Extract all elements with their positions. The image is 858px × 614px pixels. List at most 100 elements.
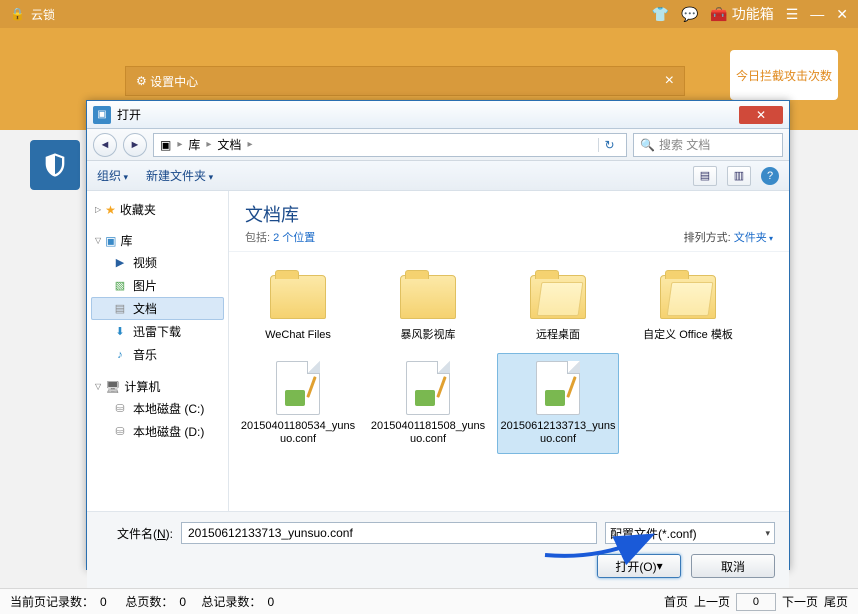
tree-item-drive-c[interactable]: ⛁本地磁盘 (C:) (91, 397, 224, 420)
tree-item-documents[interactable]: ▤ 文档 (91, 297, 224, 320)
star-icon: ★ (105, 203, 116, 217)
tree-item-xunlei[interactable]: ⬇迅雷下载 (91, 320, 224, 343)
app-title: 云锁 (31, 6, 55, 23)
item-label: 自定义 Office 模板 (643, 329, 733, 342)
arrange-dropdown[interactable]: 文件夹 (734, 232, 773, 244)
breadcrumb-current[interactable]: 文档 (217, 136, 241, 153)
arrange-label: 排列方式: (684, 232, 734, 244)
tree-computer[interactable]: ▽ 🖥 计算机 (91, 376, 224, 397)
nav-forward-button[interactable]: ► (123, 133, 147, 157)
prev-page-link[interactable]: 上一页 (694, 593, 730, 610)
page-input[interactable]: 0 (736, 593, 776, 611)
chevron-right-icon: ▸ (177, 139, 182, 150)
music-icon: ♪ (113, 348, 127, 362)
item-label: 20150401180534_yunsuo.conf (240, 420, 356, 446)
lock-icon: 🔒 (10, 7, 25, 21)
status-total-prefix: 总记录数： (201, 593, 261, 610)
view-mode-button[interactable]: ▤ (693, 166, 717, 186)
tree-label: 迅雷下载 (133, 323, 181, 340)
filetype-dropdown[interactable]: 配置文件(*.conf) (605, 522, 775, 544)
search-icon: 🔍 (640, 138, 655, 152)
new-folder-button[interactable]: 新建文件夹 (146, 167, 213, 184)
cancel-button[interactable]: 取消 (691, 554, 775, 578)
settings-close-button[interactable]: × (665, 72, 674, 90)
shield-card[interactable] (30, 140, 80, 190)
folder-item[interactable]: WeChat Files (237, 262, 359, 349)
folder-icon (270, 275, 326, 319)
tree-item-pictures[interactable]: ▧ 图片 (91, 274, 224, 297)
first-page-link[interactable]: 首页 (664, 593, 688, 610)
library-title: 文档库 (245, 201, 315, 227)
chevron-right-icon: ▸ (206, 139, 211, 150)
tree-label: 本地磁盘 (D:) (133, 423, 204, 440)
tree-label: 音乐 (133, 346, 157, 363)
search-input[interactable]: 🔍 搜索 文档 (633, 133, 783, 157)
dialog-titlebar: ▣ 打开 ✕ (87, 101, 789, 129)
open-label: 打开(O) (615, 558, 656, 575)
file-icon (536, 361, 580, 415)
tree-item-video[interactable]: ▶视频 (91, 251, 224, 274)
settings-title: 设置中心 (150, 73, 198, 90)
file-item[interactable]: 20150612133713_yunsuo.conf (497, 353, 619, 453)
filename-input[interactable] (181, 522, 597, 544)
open-button[interactable]: 打开(O) ▾ (597, 554, 681, 578)
chevron-down-icon: ▽ (95, 236, 101, 245)
chevron-down-icon: ▽ (95, 382, 101, 391)
chat-icon[interactable]: 💬 (681, 6, 698, 23)
library-icon: ▣ (160, 138, 171, 152)
includes-link[interactable]: 2 个位置 (273, 232, 315, 244)
nav-tree: ▷ ★ 收藏夹 ▽ ▣ 库 ▶视频 ▧ 图片 ▤ 文档 ⬇迅雷下载 ♪ 音乐 (87, 191, 229, 511)
tree-libraries[interactable]: ▽ ▣ 库 (91, 230, 224, 251)
tree-favorites[interactable]: ▷ ★ 收藏夹 (91, 199, 224, 220)
library-icon: ▣ (105, 234, 116, 248)
open-file-dialog: ▣ 打开 ✕ ◄ ► ▣ ▸ 库 ▸ 文档 ▸ ↻ 🔍 搜索 文档 组织 新建文… (86, 100, 790, 570)
folder-item[interactable]: 远程桌面 (497, 262, 619, 349)
file-icon (276, 361, 320, 415)
tree-label: 库 (121, 232, 133, 249)
filename-label: 文件名(N): (101, 525, 173, 542)
minimize-button[interactable]: — (810, 6, 824, 22)
toolbox-button[interactable]: 🧰 功能箱 (710, 4, 773, 24)
file-item[interactable]: 20150401180534_yunsuo.conf (237, 353, 359, 453)
tree-label: 图片 (133, 277, 157, 294)
document-icon: ▤ (113, 302, 127, 316)
status-pages: 0 (179, 595, 186, 609)
video-icon: ▶ (113, 256, 127, 270)
settings-window-titlebar: ⚙ 设置中心 × (125, 66, 685, 96)
breadcrumb-root[interactable]: 库 (188, 136, 200, 153)
tree-label: 计算机 (124, 378, 160, 395)
file-icon (406, 361, 450, 415)
tree-item-drive-d[interactable]: ⛁本地磁盘 (D:) (91, 420, 224, 443)
last-page-link[interactable]: 尾页 (824, 593, 848, 610)
close-button[interactable]: ✕ (836, 6, 848, 23)
file-item[interactable]: 20150401181508_yunsuo.conf (367, 353, 489, 453)
dialog-icon: ▣ (93, 106, 111, 124)
status-bar: 当前页记录数：0 总页数：0 总记录数：0 首页 上一页 0 下一页 尾页 (0, 588, 858, 614)
tree-item-music[interactable]: ♪ 音乐 (91, 343, 224, 366)
intercept-card[interactable]: 今日拦截攻击次数 (730, 50, 838, 100)
nav-back-button[interactable]: ◄ (93, 133, 117, 157)
next-page-link[interactable]: 下一页 (782, 593, 818, 610)
app-titlebar: 🔒 云锁 👕 💬 🧰 功能箱 ☰ — ✕ (0, 0, 858, 28)
dialog-close-button[interactable]: ✕ (739, 106, 783, 124)
tree-label: 文档 (133, 300, 157, 317)
organize-button[interactable]: 组织 (97, 167, 128, 184)
item-label: 远程桌面 (536, 329, 580, 342)
picture-icon: ▧ (113, 279, 127, 293)
shirt-icon[interactable]: 👕 (652, 6, 669, 23)
dialog-toolbar: 组织 新建文件夹 ▤ ▥ ? (87, 161, 789, 191)
item-label: 20150401181508_yunsuo.conf (370, 420, 486, 446)
preview-pane-button[interactable]: ▥ (727, 166, 751, 186)
tree-label: 收藏夹 (120, 201, 156, 218)
folder-item[interactable]: 暴风影视库 (367, 262, 489, 349)
breadcrumb[interactable]: ▣ ▸ 库 ▸ 文档 ▸ ↻ (153, 133, 627, 157)
computer-icon: 🖥 (105, 380, 120, 394)
menu-icon[interactable]: ☰ (786, 6, 799, 23)
help-button[interactable]: ? (761, 167, 779, 185)
folder-icon (400, 275, 456, 319)
folder-item[interactable]: 自定义 Office 模板 (627, 262, 749, 349)
toolbox-label: 功能箱 (732, 6, 774, 22)
item-label: 暴风影视库 (401, 329, 456, 342)
refresh-button[interactable]: ↻ (598, 138, 620, 152)
filetype-value: 配置文件(*.conf) (610, 525, 697, 542)
